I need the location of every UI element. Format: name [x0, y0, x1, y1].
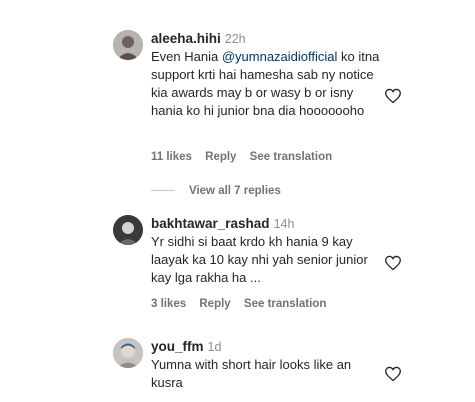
comment-text: bakhtawar_rashad 14h Yr sidhi si baat krd…	[151, 215, 383, 287]
replies-divider	[151, 190, 175, 192]
comment-actions: 3 likes Reply See translation	[151, 298, 336, 310]
view-replies-button[interactable]: View all 7 replies	[151, 185, 281, 197]
reply-button[interactable]: Reply	[199, 298, 230, 310]
comment-text: aleeha.hihi 22h Even Hania @yumnazaidioff…	[151, 30, 383, 120]
comment-time: 14h	[273, 217, 295, 231]
user-photo-icon	[113, 215, 143, 245]
comment-username[interactable]: you_ffm	[151, 339, 204, 354]
comment-body: Yr sidhi si baat krdo kh hania 9 kay laa…	[151, 234, 368, 285]
comment-username[interactable]: bakhtawar_rashad	[151, 216, 270, 231]
comment-time: 22h	[224, 32, 246, 46]
avatar[interactable]	[113, 338, 143, 368]
likes-count[interactable]: 3 likes	[151, 298, 186, 310]
heart-outline-icon[interactable]	[384, 366, 402, 382]
see-translation-button[interactable]: See translation	[244, 298, 326, 310]
user-photo-icon	[113, 338, 143, 368]
comment-actions: 11 likes Reply See translation	[151, 151, 342, 163]
heart-outline-icon[interactable]	[384, 88, 402, 104]
see-translation-button[interactable]: See translation	[250, 151, 332, 163]
likes-count[interactable]: 11 likes	[151, 151, 192, 163]
comment-time: 1d	[207, 340, 222, 354]
avatar[interactable]	[113, 30, 143, 60]
comment-username[interactable]: aleeha.hihi	[151, 31, 221, 46]
comment-body: Yumna with short hair looks like an kusr…	[151, 357, 352, 390]
reply-button[interactable]: Reply	[205, 151, 236, 163]
avatar[interactable]	[113, 215, 143, 245]
heart-outline-icon[interactable]	[384, 255, 402, 271]
user-photo-icon	[113, 30, 143, 60]
comment-text: you_ffm 1d Yumna with short hair looks li…	[151, 338, 383, 392]
mention-link[interactable]: @yumnazaidiofficial	[222, 49, 338, 64]
comment-body: Even Hania @yumnazaidiofficial ko itna s…	[151, 49, 380, 118]
